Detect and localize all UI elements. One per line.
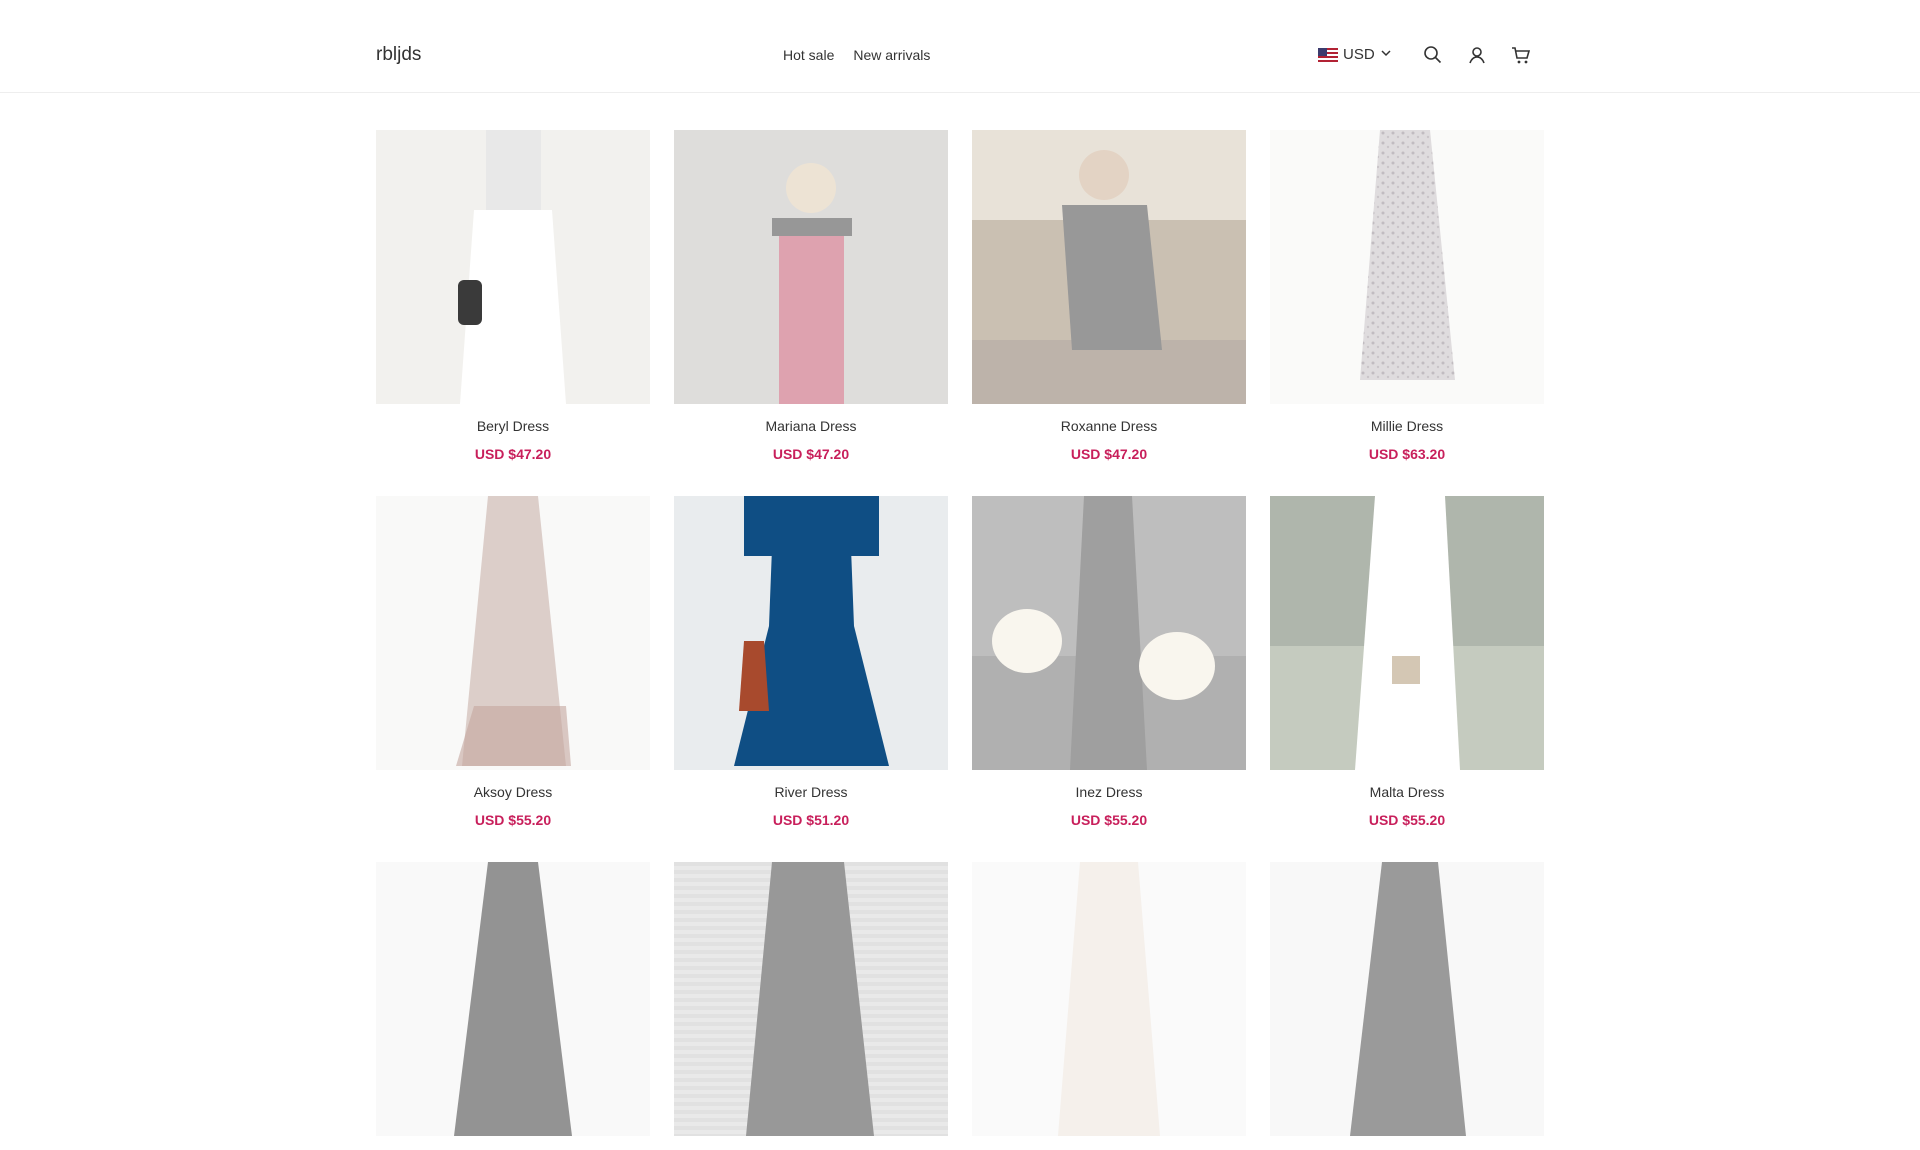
product-card[interactable] xyxy=(972,862,1246,1150)
product-image[interactable] xyxy=(674,496,948,770)
chevron-down-icon xyxy=(1380,46,1392,63)
site-header: rbljds Hot sale New arrivals USD xyxy=(0,0,1920,93)
product-card[interactable] xyxy=(674,862,948,1150)
currency-label: USD xyxy=(1343,46,1375,63)
product-card[interactable]: Millie Dress USD $63.20 xyxy=(1270,130,1544,462)
main-nav: Hot sale New arrivals xyxy=(783,47,930,63)
cart-icon[interactable] xyxy=(1510,44,1532,66)
product-title[interactable]: Millie Dress xyxy=(1270,418,1544,434)
product-title[interactable]: River Dress xyxy=(674,784,948,800)
image-overlay xyxy=(674,862,948,1136)
product-card[interactable]: Aksoy Dress USD $55.20 xyxy=(376,496,650,828)
product-card[interactable]: River Dress USD $51.20 xyxy=(674,496,948,828)
product-image[interactable] xyxy=(376,862,650,1136)
image-overlay xyxy=(674,130,948,404)
image-overlay xyxy=(1270,496,1544,770)
currency-selector[interactable]: USD xyxy=(1318,46,1392,63)
product-image[interactable] xyxy=(674,130,948,404)
nav-new-arrivals[interactable]: New arrivals xyxy=(853,47,930,63)
product-card[interactable]: Malta Dress USD $55.20 xyxy=(1270,496,1544,828)
product-image[interactable] xyxy=(1270,130,1544,404)
image-overlay xyxy=(972,496,1246,770)
product-image[interactable] xyxy=(1270,862,1544,1136)
product-title[interactable]: Aksoy Dress xyxy=(376,784,650,800)
image-overlay xyxy=(972,862,1246,1136)
product-price: USD $55.20 xyxy=(474,812,552,828)
image-overlay xyxy=(376,496,650,770)
product-image[interactable] xyxy=(972,862,1246,1136)
us-flag-icon xyxy=(1318,47,1338,62)
product-title[interactable]: Mariana Dress xyxy=(674,418,948,434)
product-image[interactable] xyxy=(972,496,1246,770)
image-overlay xyxy=(1270,130,1544,404)
product-price: USD $47.20 xyxy=(1070,446,1148,462)
image-overlay xyxy=(376,862,650,1136)
image-overlay xyxy=(1270,862,1544,1136)
product-price: USD $47.20 xyxy=(474,446,552,462)
product-grid: Beryl Dress USD $47.20 Mariana Dress USD… xyxy=(376,130,1544,1150)
product-card[interactable] xyxy=(376,862,650,1150)
nav-hot-sale[interactable]: Hot sale xyxy=(783,47,834,63)
product-price: USD $47.20 xyxy=(772,446,850,462)
product-price: USD $63.20 xyxy=(1368,446,1446,462)
product-card[interactable] xyxy=(1270,862,1544,1150)
product-price: USD $51.20 xyxy=(772,812,850,828)
product-image[interactable] xyxy=(376,496,650,770)
product-card[interactable]: Inez Dress USD $55.20 xyxy=(972,496,1246,828)
image-overlay xyxy=(972,130,1246,404)
product-card[interactable]: Beryl Dress USD $47.20 xyxy=(376,130,650,462)
header-icons xyxy=(1422,44,1532,66)
product-card[interactable]: Roxanne Dress USD $47.20 xyxy=(972,130,1246,462)
product-card[interactable]: Mariana Dress USD $47.20 xyxy=(674,130,948,462)
search-icon[interactable] xyxy=(1422,44,1444,66)
account-icon[interactable] xyxy=(1466,44,1488,66)
product-title[interactable]: Malta Dress xyxy=(1270,784,1544,800)
product-image[interactable] xyxy=(972,130,1246,404)
product-title[interactable]: Beryl Dress xyxy=(376,418,650,434)
product-image[interactable] xyxy=(376,130,650,404)
product-title[interactable]: Inez Dress xyxy=(972,784,1246,800)
store-logo[interactable]: rbljds xyxy=(376,44,421,66)
product-image[interactable] xyxy=(674,862,948,1136)
product-price: USD $55.20 xyxy=(1368,812,1446,828)
product-price: USD $55.20 xyxy=(1070,812,1148,828)
product-image[interactable] xyxy=(1270,496,1544,770)
product-title[interactable]: Roxanne Dress xyxy=(972,418,1246,434)
